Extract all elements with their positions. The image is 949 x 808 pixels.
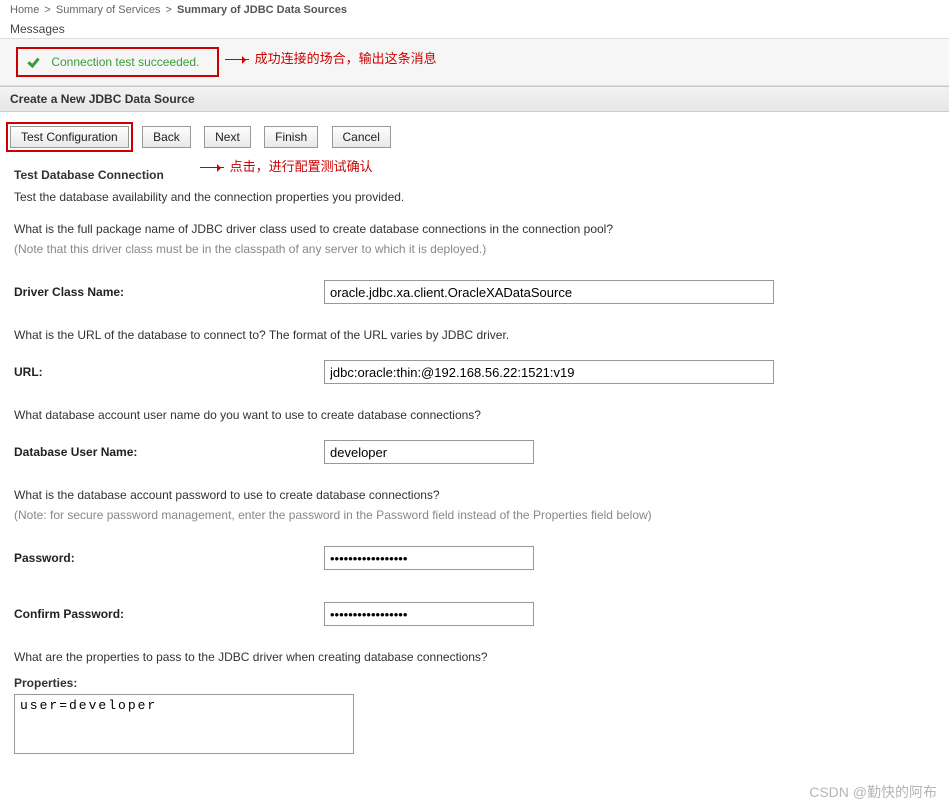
annotation-success-text: 成功连接的场合，输出这条消息 [255,51,437,66]
section-title: Create a New JDBC Data Source [0,86,949,112]
finish-button[interactable]: Finish [264,126,318,148]
annotation-test: 点击，进行配置测试确认 [200,156,373,175]
messages-panel: Connection test succeeded. 成功连接的场合，输出这条消… [0,39,949,86]
question-properties: What are the properties to pass to the J… [0,642,949,666]
breadcrumb-sep: > [166,4,172,16]
back-button[interactable]: Back [142,126,191,148]
question-url: What is the URL of the database to conne… [0,320,949,344]
arrow-icon [225,59,249,60]
watermark: CSDN @勤快的阿布 [809,782,937,802]
label-properties: Properties: [0,666,949,692]
form-subdesc: Test the database availability and the c… [0,186,949,214]
cancel-button[interactable]: Cancel [332,126,391,148]
confirm-password-input[interactable] [324,602,534,626]
breadcrumb-current: Summary of JDBC Data Sources [177,4,347,16]
button-row: Test Configuration Back Next Finish Canc… [0,112,949,156]
arrow-icon [200,167,224,168]
question-driver: What is the full package name of JDBC dr… [0,214,949,238]
label-db-user: Database User Name: [14,445,324,459]
form-subheader: Test Database Connection [0,156,949,186]
breadcrumb-home[interactable]: Home [10,4,39,16]
label-url: URL: [14,365,324,379]
question-password: What is the database account password to… [0,480,949,504]
breadcrumb-summary-services[interactable]: Summary of Services [56,4,161,16]
annotation-test-text: 点击，进行配置测试确认 [230,159,373,174]
test-configuration-button[interactable]: Test Configuration [10,126,129,148]
success-message-text: Connection test succeeded. [51,55,199,69]
driver-class-input[interactable] [324,280,774,304]
breadcrumb: Home > Summary of Services > Summary of … [0,0,949,20]
success-message: Connection test succeeded. [16,47,219,77]
messages-label: Messages [0,20,949,39]
next-button[interactable]: Next [204,126,251,148]
label-driver-class: Driver Class Name: [14,285,324,299]
password-input[interactable] [324,546,534,570]
note-driver: (Note that this driver class must be in … [0,238,949,264]
note-password: (Note: for secure password management, e… [0,504,949,530]
label-password: Password: [14,551,324,565]
check-icon [28,56,42,66]
annotation-success: 成功连接的场合，输出这条消息 [225,48,437,67]
breadcrumb-sep: > [44,4,50,16]
url-input[interactable] [324,360,774,384]
properties-textarea[interactable] [14,694,354,754]
db-user-input[interactable] [324,440,534,464]
label-confirm-password: Confirm Password: [14,607,324,621]
question-user: What database account user name do you w… [0,400,949,424]
